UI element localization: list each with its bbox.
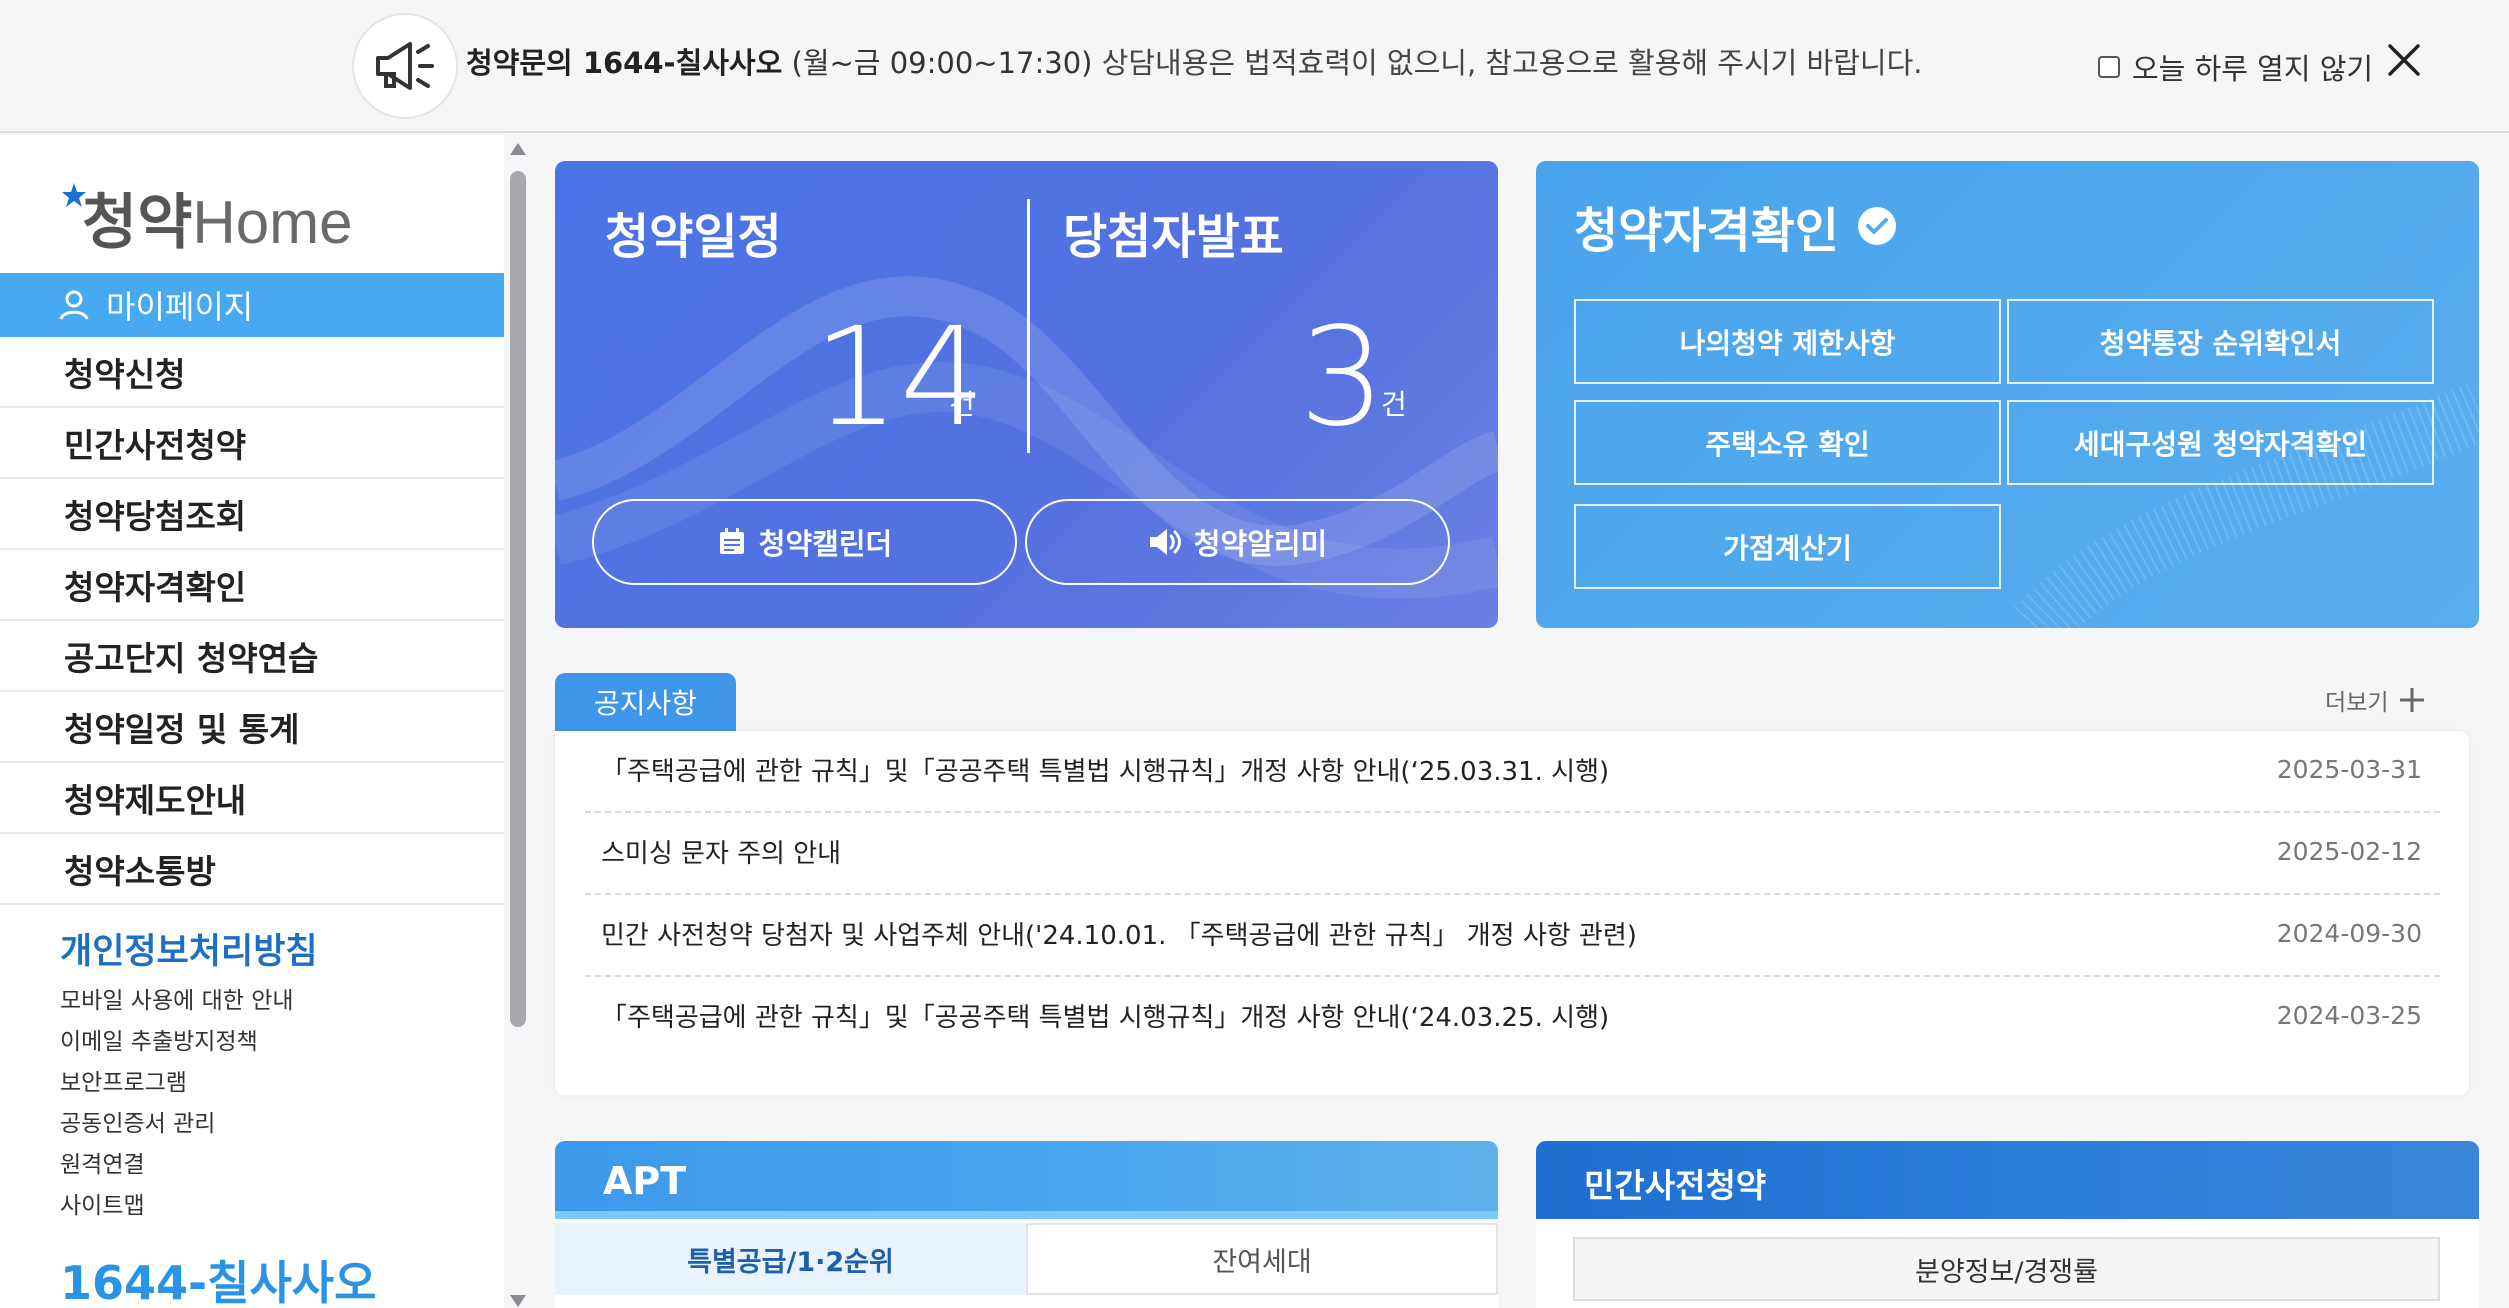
schedule-count[interactable]: 14 bbox=[813, 299, 986, 457]
megaphone-icon bbox=[352, 13, 458, 119]
banner-phone: 청약문의 1644-칠사사오 bbox=[466, 46, 783, 80]
link-certificate[interactable]: 공동인증서 관리 bbox=[60, 1104, 294, 1145]
sidebar-item-qualification[interactable]: 청약자격확인 bbox=[0, 550, 504, 621]
sidebar: 청약Home 마이페이지 청약신청 민간사전청약 청약당첨조회 청약자격확인 공… bbox=[0, 135, 504, 1308]
banner-disclaimer: 상담내용은 법적효력이 없으니, 참고용으로 활용해 주시기 바랍니다. bbox=[1101, 46, 1923, 80]
tab-remaining-units[interactable]: 잔여세대 bbox=[1026, 1223, 1498, 1295]
schedule-card: 청약일정 14 건 당첨자발표 3 건 청약캘린더 청약알리미 bbox=[555, 161, 1498, 628]
list-item[interactable]: 「주택공급에 관한 규칙」및「공공주택 특별법 시행규칙」개정 사항 안내(‘2… bbox=[585, 731, 2440, 813]
sidebar-nav: 청약신청 민간사전청약 청약당첨조회 청약자격확인 공고단지 청약연습 청약일정… bbox=[0, 337, 504, 905]
more-label: 더보기 bbox=[2325, 690, 2389, 716]
winners-unit: 건 bbox=[1381, 388, 1407, 421]
svg-text:청약Home: 청약Home bbox=[82, 189, 352, 256]
household-qualification-button[interactable]: 세대구성원 청약자격확인 bbox=[2007, 400, 2434, 485]
check-circle-icon bbox=[1857, 207, 1896, 245]
qualification-title-text: 청약자격확인 bbox=[1574, 203, 1839, 259]
notice-date: 2025-03-31 bbox=[2276, 755, 2422, 784]
notice-date: 2024-09-30 bbox=[2276, 919, 2422, 948]
checkbox[interactable] bbox=[2098, 56, 2120, 78]
notice-title[interactable]: 민간 사전청약 당첨자 및 사업주체 안내('24.10.01. 「주택공급에 … bbox=[601, 915, 1637, 952]
alarm-button[interactable]: 청약알리미 bbox=[1025, 499, 1450, 585]
tab-notices[interactable]: 공지사항 bbox=[555, 673, 736, 731]
calendar-icon bbox=[719, 528, 744, 554]
sidebar-scrollbar[interactable] bbox=[506, 135, 530, 1308]
list-item[interactable]: 「주택공급에 관한 규칙」및「공공주택 특별법 시행규칙」개정 사항 안내(‘2… bbox=[585, 977, 2440, 1059]
speaker-icon bbox=[1149, 529, 1181, 555]
points-calculator-button[interactable]: 가점계산기 bbox=[1574, 504, 2001, 589]
notice-banner: 청약문의 1644-칠사사오 (월~금 09:00~17:30) 상담내용은 법… bbox=[0, 0, 2509, 133]
qualification-card: 청약자격확인 나의청약 제한사항 청약통장 순위확인서 주택소유 확인 세대구성… bbox=[1536, 161, 2479, 628]
notice-date: 2025-02-12 bbox=[2276, 837, 2422, 866]
pre-sale-title: 민간사전청약 bbox=[1584, 1166, 1767, 1205]
user-icon bbox=[59, 290, 89, 320]
my-restrictions-button[interactable]: 나의청약 제한사항 bbox=[1574, 299, 2001, 384]
banner-message: 청약문의 1644-칠사사오 (월~금 09:00~17:30) 상담내용은 법… bbox=[466, 40, 1922, 82]
apt-header: APT bbox=[555, 1141, 1498, 1219]
house-ownership-button[interactable]: 주택소유 확인 bbox=[1574, 400, 2001, 485]
notice-title[interactable]: 「주택공급에 관한 규칙」및「공공주택 특별법 시행규칙」개정 사항 안내(‘2… bbox=[601, 997, 1609, 1034]
sale-info-button[interactable]: 분양정보/경쟁률 bbox=[1573, 1237, 2440, 1301]
more-link[interactable]: 더보기 bbox=[2325, 683, 2426, 717]
link-email-policy[interactable]: 이메일 추출방지정책 bbox=[60, 1022, 294, 1063]
pre-sale-header: 민간사전청약 bbox=[1536, 1141, 2479, 1219]
site-logo[interactable]: 청약Home bbox=[60, 177, 380, 257]
notice-list: 「주택공급에 관한 규칙」및「공공주택 특별법 시행규칙」개정 사항 안내(‘2… bbox=[555, 731, 2469, 1095]
sidebar-item-practice[interactable]: 공고단지 청약연습 bbox=[0, 621, 504, 692]
sidebar-item-schedule-stats[interactable]: 청약일정 및 통계 bbox=[0, 692, 504, 763]
apt-title: APT bbox=[603, 1159, 687, 1203]
sidebar-item-private-pre-sale[interactable]: 민간사전청약 bbox=[0, 408, 504, 479]
logo-text-korean: 청약 bbox=[82, 189, 192, 256]
sidebar-item-apply[interactable]: 청약신청 bbox=[0, 337, 504, 408]
qualification-title: 청약자격확인 bbox=[1574, 191, 1897, 261]
plus-icon bbox=[2400, 688, 2425, 712]
calendar-button-label: 청약캘린더 bbox=[758, 527, 893, 561]
calendar-button[interactable]: 청약캘린더 bbox=[592, 499, 1017, 585]
schedule-unit: 건 bbox=[949, 388, 975, 421]
sidebar-item-label: 마이페이지 bbox=[106, 288, 254, 326]
scroll-down-arrow-icon[interactable] bbox=[510, 1295, 526, 1307]
scroll-up-arrow-icon[interactable] bbox=[510, 143, 526, 155]
winners-count[interactable]: 3 bbox=[1299, 299, 1386, 457]
link-remote[interactable]: 원격연결 bbox=[60, 1145, 294, 1186]
banner-hours: (월~금 09:00~17:30) bbox=[791, 46, 1093, 80]
apt-section: APT 특별공급/1·2순위 잔여세대 bbox=[555, 1141, 1498, 1308]
dismiss-label: 오늘 하루 열지 않기 bbox=[2132, 52, 2374, 86]
notice-title[interactable]: 스미싱 문자 주의 안내 bbox=[601, 833, 841, 870]
notice-date: 2024-03-25 bbox=[2276, 1001, 2422, 1030]
privacy-policy-link[interactable]: 개인정보처리방침 bbox=[60, 923, 318, 974]
alarm-button-label: 청약알리미 bbox=[1193, 527, 1328, 561]
link-security-program[interactable]: 보안프로그램 bbox=[60, 1063, 294, 1104]
sidebar-item-winning-lookup[interactable]: 청약당첨조회 bbox=[0, 479, 504, 550]
list-item[interactable]: 스미싱 문자 주의 안내 2025-02-12 bbox=[585, 813, 2440, 895]
schedule-title[interactable]: 청약일정 bbox=[605, 197, 782, 267]
card-divider bbox=[1027, 199, 1030, 453]
rank-certificate-button[interactable]: 청약통장 순위확인서 bbox=[2007, 299, 2434, 384]
contact-phone: 1644-칠사사오 bbox=[60, 1256, 377, 1308]
private-pre-sale-section: 민간사전청약 분양정보/경쟁률 bbox=[1536, 1141, 2479, 1308]
winners-title[interactable]: 당첨자발표 bbox=[1063, 197, 1284, 267]
sidebar-item-mypage[interactable]: 마이페이지 bbox=[0, 273, 504, 337]
list-item[interactable]: 민간 사전청약 당첨자 및 사업주체 안내('24.10.01. 「주택공급에 … bbox=[585, 895, 2440, 977]
tab-special-supply[interactable]: 특별공급/1·2순위 bbox=[555, 1223, 1026, 1295]
link-mobile-guide[interactable]: 모바일 사용에 대한 안내 bbox=[60, 981, 294, 1022]
close-icon[interactable] bbox=[2384, 40, 2424, 80]
notice-title[interactable]: 「주택공급에 관한 규칙」및「공공주택 특별법 시행규칙」개정 사항 안내(‘2… bbox=[601, 751, 1609, 788]
scroll-thumb[interactable] bbox=[510, 171, 526, 1027]
sidebar-item-community[interactable]: 청약소통방 bbox=[0, 834, 504, 905]
sidebar-item-system-guide[interactable]: 청약제도안내 bbox=[0, 763, 504, 834]
dismiss-today-checkbox[interactable]: 오늘 하루 열지 않기 bbox=[2098, 46, 2373, 88]
footer-links: 모바일 사용에 대한 안내 이메일 추출방지정책 보안프로그램 공동인증서 관리… bbox=[60, 981, 294, 1227]
link-sitemap[interactable]: 사이트맵 bbox=[60, 1186, 294, 1227]
